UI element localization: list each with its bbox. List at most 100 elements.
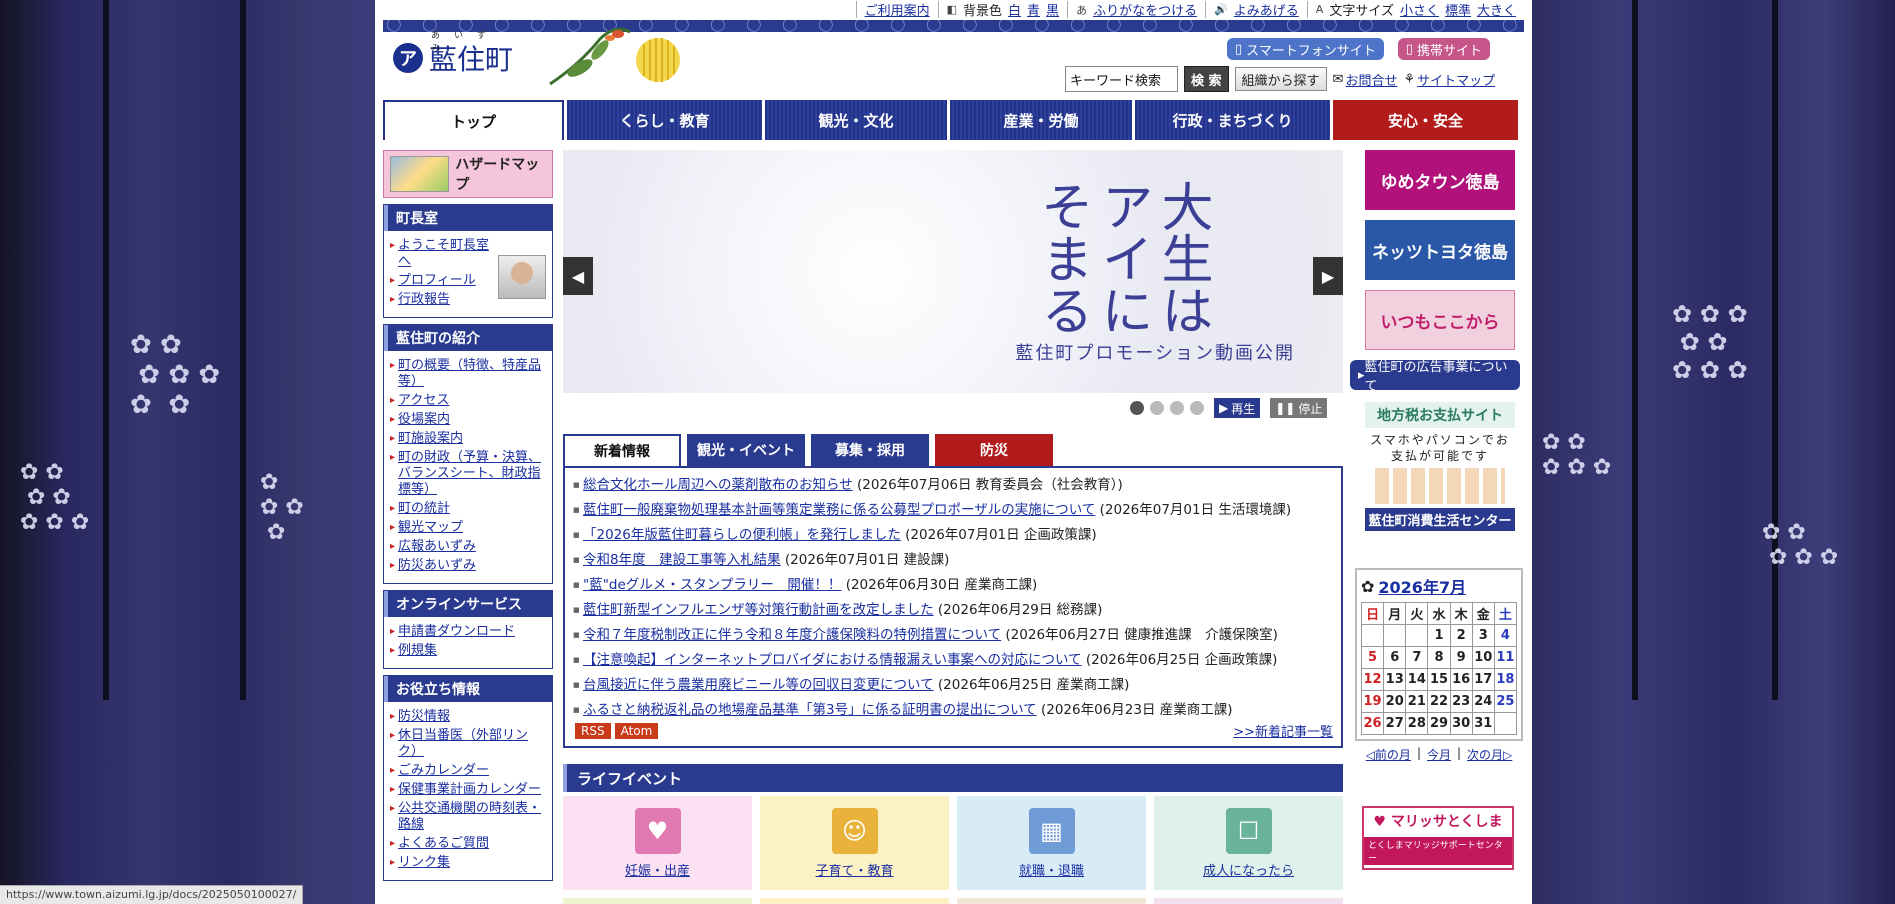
site-logo[interactable]: ア あいずみ 藍住町 — [393, 31, 513, 78]
news-link[interactable]: 藍住町一般廃棄物処理基本計画等策定業務に係る公募型プロポーザルの実施について — [583, 502, 1095, 518]
news-link[interactable]: "藍"deグルメ・スタンプラリー 開催！！ — [583, 577, 841, 593]
link-label[interactable]: 申請書ダウンロード — [398, 624, 515, 639]
day-cell[interactable]: 9 — [1449, 646, 1473, 669]
day-cell[interactable]: 11 — [1493, 646, 1518, 669]
slider-dot[interactable] — [1130, 401, 1144, 415]
day-cell[interactable]: 16 — [1449, 668, 1473, 691]
link-label[interactable]: 例規集 — [398, 643, 437, 658]
sidebar-item-forms[interactable]: 申請書ダウンロード — [390, 624, 546, 640]
hazard-map-banner[interactable]: ハザードマップ — [383, 150, 553, 198]
sidebar-item-access[interactable]: アクセス — [390, 393, 546, 409]
sidebar-item-statistics[interactable]: 町の統計 — [390, 501, 546, 517]
slider-dot[interactable] — [1190, 401, 1204, 415]
sidebar-item-health-calendar[interactable]: 保健事業計画カレンダー — [390, 782, 546, 798]
day-cell[interactable]: 19 — [1360, 690, 1385, 713]
day-cell[interactable]: 2 — [1449, 624, 1473, 647]
ad-banner-netz-toyota[interactable]: ネッツトヨタ徳島 — [1365, 220, 1515, 280]
link-label[interactable]: 防災あいずみ — [398, 558, 476, 573]
org-search-button[interactable]: 組織から探す — [1234, 67, 1327, 91]
day-cell[interactable]: 18 — [1493, 668, 1518, 691]
ad-banner-itsumo[interactable]: いつもここから — [1365, 290, 1515, 350]
sidebar-item-holiday-doctor[interactable]: 休日当番医（外部リンク） — [390, 728, 546, 760]
slider-play-button[interactable]: ▶ 再生 — [1214, 398, 1261, 418]
day-cell[interactable]: 17 — [1471, 668, 1495, 691]
slider-prev-button[interactable]: ◀ — [563, 257, 593, 295]
sidebar-item-transit[interactable]: 公共交通機関の時刻表・路線 — [390, 801, 546, 833]
link-label[interactable]: ようこそ町長室へ — [398, 238, 489, 269]
read-aloud-link[interactable]: よみあげる — [1234, 0, 1299, 19]
sidebar-item-regulations[interactable]: 例規集 — [390, 643, 546, 659]
day-cell[interactable]: 14 — [1405, 668, 1429, 691]
font-standard-link[interactable]: 標準 — [1445, 0, 1471, 19]
day-cell[interactable]: 13 — [1383, 668, 1407, 691]
day-cell[interactable]: 12 — [1360, 668, 1385, 691]
marriage-support-banner[interactable]: ♥ マリッサとくしま とくしまマリッジサポートセンター — [1362, 806, 1514, 870]
news-link[interactable]: 令和７年度税制改正に伴う令和８年度介護保険料の特例措置について — [583, 627, 1001, 643]
sidebar-item-links[interactable]: リンク集 — [390, 855, 546, 871]
life-card-employment[interactable]: ▦ 就職・退職 — [957, 796, 1146, 890]
sidebar-item-faq[interactable]: よくあるご質問 — [390, 836, 546, 852]
calendar-month-title[interactable]: 2026年7月 — [1378, 574, 1466, 598]
tab-events[interactable]: 観光・イベント — [687, 434, 805, 466]
slider-dot[interactable] — [1150, 401, 1164, 415]
day-cell[interactable]: 6 — [1383, 646, 1407, 669]
sidebar-item-finance[interactable]: 町の財政（予算・決算、バランスシート、財政指標等） — [390, 450, 546, 498]
calendar-prev-link[interactable]: ◁前の月 — [1366, 746, 1411, 763]
slider-dot[interactable] — [1170, 401, 1184, 415]
link-label[interactable]: 町の財政（予算・決算、バランスシート、財政指標等） — [398, 450, 541, 497]
news-link[interactable]: 藍住町新型インフルエンザ等対策行動計画を改定しました — [583, 602, 934, 618]
sidebar-item-office-guide[interactable]: 役場案内 — [390, 412, 546, 428]
link-label[interactable]: 観光マップ — [398, 520, 463, 535]
tab-life-education[interactable]: くらし・教育 — [567, 100, 762, 140]
day-cell[interactable]: 29 — [1427, 712, 1451, 735]
ad-banner-yumetown[interactable]: ゆめタウン徳島 — [1365, 150, 1515, 210]
life-card-label[interactable]: 就職・退職 — [1019, 860, 1084, 879]
link-label[interactable]: よくあるご質問 — [398, 836, 489, 851]
link-label[interactable]: 広報あいずみ — [398, 539, 476, 554]
link-label[interactable]: 行政報告 — [398, 292, 450, 307]
tab-disaster[interactable]: 防災 — [935, 434, 1053, 466]
news-link[interactable]: ふるさと納税返礼品の地場産品基準「第3号」に係る証明書の提出について — [583, 702, 1037, 718]
link-label[interactable]: 町施設案内 — [398, 431, 463, 446]
mobile-site-button[interactable]: ▯ 携帯サイト — [1397, 38, 1490, 60]
calendar-next-link[interactable]: 次の月▷ — [1467, 746, 1512, 763]
slider-stop-button[interactable]: ❚❚ 停止 — [1270, 398, 1328, 418]
day-cell[interactable]: 3 — [1471, 624, 1495, 647]
link-label[interactable]: 町の統計 — [398, 501, 450, 516]
news-link[interactable]: 【注意喚起】インターネットプロバイダにおける情報漏えい事案への対応について — [583, 652, 1082, 668]
bg-blue-link[interactable]: 青 — [1027, 0, 1040, 19]
day-cell[interactable]: 24 — [1471, 690, 1495, 713]
search-button[interactable]: 検 索 — [1184, 66, 1229, 92]
slider-next-button[interactable]: ▶ — [1313, 257, 1343, 295]
link-label[interactable]: ごみカレンダー — [398, 763, 489, 778]
tab-safety[interactable]: 安心・安全 — [1333, 100, 1518, 140]
font-small-link[interactable]: 小さく — [1400, 0, 1439, 19]
link-label[interactable]: アクセス — [398, 393, 449, 408]
tab-industry-labor[interactable]: 産業・労働 — [950, 100, 1132, 140]
link-label[interactable]: 町の概要（特徴、特産品等） — [398, 358, 541, 389]
life-card-label[interactable]: 成人になったら — [1203, 860, 1294, 879]
day-cell[interactable]: 23 — [1449, 690, 1473, 713]
sidebar-item-tourism-map[interactable]: 観光マップ — [390, 520, 546, 536]
life-card-childcare[interactable]: ☺ 子育て・教育 — [760, 796, 949, 890]
sidebar-item-mayor-welcome[interactable]: ようこそ町長室へ — [390, 238, 492, 270]
sidebar-item-garbage-calendar[interactable]: ごみカレンダー — [390, 763, 546, 779]
sitemap-link[interactable]: サイトマップ — [1417, 70, 1495, 89]
day-cell[interactable]: 28 — [1405, 712, 1429, 735]
sidebar-item-overview[interactable]: 町の概要（特徴、特産品等） — [390, 358, 546, 390]
more-news-link[interactable]: >>新着記事一覧 — [1233, 721, 1333, 740]
link-label[interactable]: 休日当番医（外部リンク） — [398, 728, 528, 759]
smartphone-site-button[interactable]: ▯ スマートフォンサイト — [1227, 38, 1384, 60]
day-cell[interactable]: 7 — [1405, 646, 1429, 669]
contact-link[interactable]: お問合せ — [1345, 70, 1397, 89]
day-cell[interactable]: 21 — [1405, 690, 1429, 713]
sidebar-item-disaster-magazine[interactable]: 防災あいずみ — [390, 558, 546, 574]
news-link[interactable]: 「2026年版藍住町暮らしの便利帳」を発行しました — [583, 527, 901, 543]
day-cell[interactable]: 15 — [1427, 668, 1451, 691]
day-cell[interactable]: 25 — [1493, 690, 1518, 713]
news-link[interactable]: 総合文化ホール周辺への薬剤散布のお知らせ — [583, 477, 853, 493]
day-cell[interactable]: 1 — [1427, 624, 1451, 647]
link-label[interactable]: リンク集 — [398, 855, 450, 870]
day-cell[interactable]: 26 — [1360, 712, 1385, 735]
day-cell[interactable]: 5 — [1360, 646, 1385, 669]
